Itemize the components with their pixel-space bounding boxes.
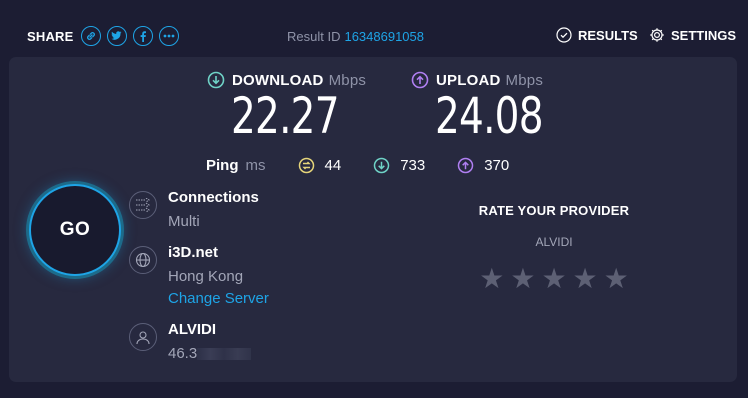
connections-icon[interactable]: [129, 191, 157, 219]
isp-ip: 46.3: [168, 345, 252, 362]
rate-provider: RATE YOUR PROVIDER ALVIDI ★ ★ ★ ★ ★: [474, 203, 634, 293]
download-value: 22.27: [231, 87, 340, 145]
connections-value: Multi: [168, 213, 200, 230]
facebook-icon[interactable]: [132, 26, 153, 46]
results-label: RESULTS: [578, 27, 638, 43]
ip-redaction: [197, 348, 252, 361]
rate-title: RATE YOUR PROVIDER: [478, 203, 630, 218]
ping-unit: ms: [245, 157, 266, 174]
twitter-icon[interactable]: [106, 26, 127, 46]
star-icon[interactable]: ★: [573, 265, 598, 293]
share-label: SHARE: [27, 28, 74, 44]
download-arrow-icon: [207, 71, 225, 89]
star-icon[interactable]: ★: [510, 265, 535, 293]
star-icon[interactable]: ★: [541, 265, 566, 293]
isp-ip-partial: 46.3: [168, 345, 198, 362]
star-icon[interactable]: ★: [479, 265, 504, 293]
ping-row: Ping ms 44 733 370: [206, 157, 541, 174]
upload-arrow-icon: [411, 71, 429, 89]
ping-upload: 370: [457, 157, 509, 174]
upload-metric: UPLOAD Mbps 24.08: [411, 71, 573, 142]
server-location: Hong Kong: [168, 268, 244, 285]
upload-value: 24.08: [435, 87, 544, 145]
rate-provider-name: ALVIDI: [535, 235, 573, 249]
idle-latency-icon: [298, 157, 314, 174]
star-icon[interactable]: ★: [604, 265, 629, 293]
change-server-link[interactable]: Change Server: [168, 290, 269, 307]
server-info: i3D.net Hong Kong Change Server: [129, 244, 269, 307]
top-bar: SHARE Result ID 16348691058 RESULTS SETTI…: [0, 0, 748, 56]
ping-idle: 44: [298, 157, 342, 174]
go-button[interactable]: GO: [29, 184, 121, 276]
isp-info: ALVIDI 46.3: [129, 321, 252, 362]
ping-upload-value: 370: [484, 157, 510, 174]
upload-latency-icon: [457, 157, 474, 174]
download-unit: Mbps: [328, 71, 367, 89]
isp-name: ALVIDI: [168, 321, 217, 338]
user-icon: [129, 323, 157, 351]
download-label: DOWNLOAD: [232, 71, 324, 89]
result-id-link[interactable]: 16348691058: [344, 29, 424, 44]
more-icon[interactable]: [158, 26, 179, 46]
connections-label: Connections: [168, 189, 259, 206]
star-rating: ★ ★ ★ ★ ★: [474, 265, 634, 293]
settings-label: SETTINGS: [671, 27, 737, 43]
results-button[interactable]: RESULTS: [556, 27, 638, 43]
result-id: Result ID 16348691058: [287, 29, 424, 44]
result-card: DOWNLOAD Mbps 22.27 UPLOAD Mbps 24.08 Ping…: [9, 57, 737, 382]
result-id-label: Result ID: [287, 29, 341, 44]
upload-unit: Mbps: [505, 71, 544, 89]
server-name: i3D.net: [168, 244, 219, 261]
connections-info: Connections Multi: [129, 189, 259, 230]
download-latency-icon: [373, 157, 390, 174]
link-icon[interactable]: [80, 26, 101, 46]
download-metric: DOWNLOAD Mbps 22.27: [207, 71, 369, 142]
upload-label: UPLOAD: [436, 71, 501, 89]
gear-icon: [650, 28, 664, 42]
check-circle-icon: [556, 27, 572, 43]
share-group: SHARE: [27, 26, 185, 46]
settings-button[interactable]: SETTINGS: [649, 27, 736, 43]
ping-label: Ping: [206, 157, 239, 174]
ping-download-value: 733: [400, 157, 426, 174]
ping-download: 733: [373, 157, 425, 174]
ping-idle-value: 44: [324, 157, 342, 174]
globe-icon: [129, 246, 157, 274]
